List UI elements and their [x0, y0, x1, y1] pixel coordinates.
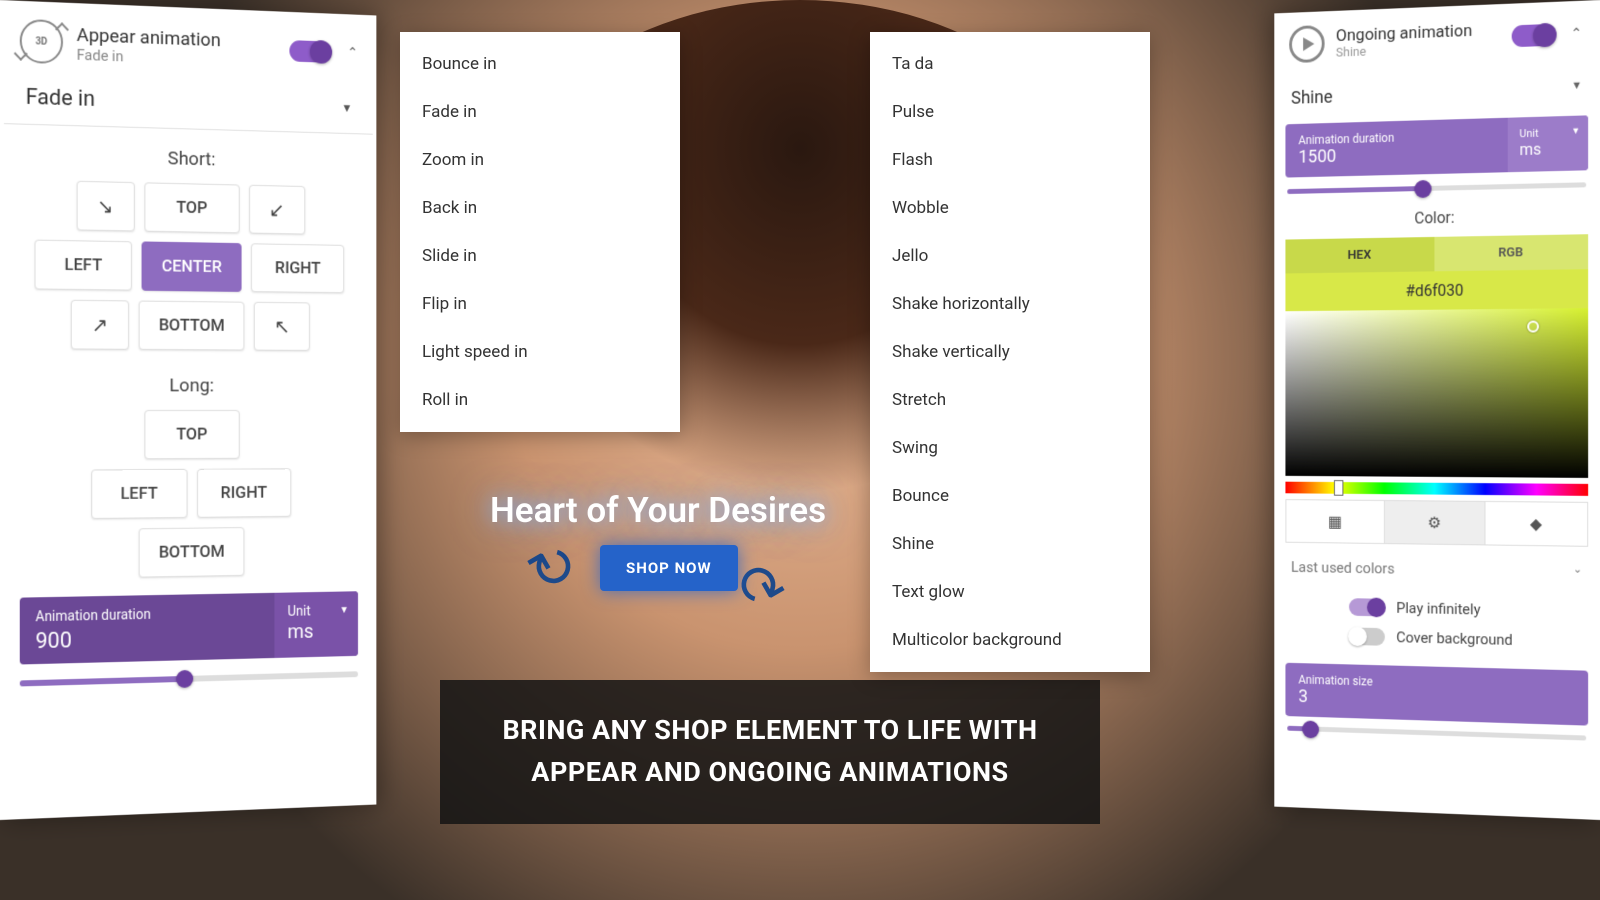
dropdown-item[interactable]: Jello [870, 232, 1150, 280]
ongoing-animation-panel: Ongoing animation Shine ⌃ Shine ▼ Animat… [1274, 0, 1600, 820]
saturation-picker[interactable] [1285, 308, 1588, 478]
dropdown-item[interactable]: Flash [870, 136, 1150, 184]
dropdown-item[interactable]: Wobble [870, 184, 1150, 232]
panel-header: Ongoing animation Shine ⌃ [1274, 0, 1600, 73]
hue-thumb[interactable] [1334, 480, 1343, 496]
long-label: Long: [20, 373, 358, 396]
ongoing-animation-dropdown: Ta daPulseFlashWobbleJelloShake horizont… [870, 32, 1150, 672]
duration-slider[interactable] [20, 671, 358, 686]
duration-slider[interactable] [1287, 182, 1586, 194]
dir-short-right[interactable]: RIGHT [251, 243, 344, 293]
dropdown-item[interactable]: Bounce in [400, 40, 680, 88]
slider-thumb[interactable] [176, 670, 193, 688]
dir-short-bottom[interactable]: BOTTOM [139, 301, 245, 351]
dir-short-center[interactable]: CENTER [141, 241, 241, 292]
appear-toggle[interactable] [290, 40, 331, 63]
hex-value[interactable]: #d6f030 [1285, 269, 1588, 311]
chevron-down-icon: ⌄ [1573, 563, 1582, 581]
panel-header: 3D Appear animation Fade in ⌃ [0, 0, 376, 87]
chevron-down-icon: ▼ [1571, 79, 1582, 100]
dir-short-tl[interactable]: ↘ [76, 181, 134, 232]
dropdown-item[interactable]: Stretch [870, 376, 1150, 424]
appear-animation-panel: 3D Appear animation Fade in ⌃ Fade in ▼ … [0, 0, 376, 820]
select-value: Fade in [26, 85, 95, 112]
collapse-icon[interactable]: ⌃ [344, 41, 362, 65]
dir-long-left[interactable]: LEFT [91, 469, 187, 519]
duration-value: 1500 [1298, 142, 1494, 168]
color-label: Color: [1274, 205, 1600, 230]
dir-long-top[interactable]: TOP [144, 410, 239, 459]
dropdown-item[interactable]: Zoom in [400, 136, 680, 184]
dir-long-right[interactable]: RIGHT [197, 468, 291, 518]
dropdown-item[interactable]: Slide in [400, 232, 680, 280]
color-cursor[interactable] [1527, 321, 1539, 333]
last-colors-label: Last used colors [1291, 558, 1395, 577]
ongoing-toggle[interactable] [1512, 24, 1555, 47]
unit-value: ms [1519, 139, 1576, 159]
dropdown-item[interactable]: Back in [400, 184, 680, 232]
dropdown-item[interactable]: Shake vertically [870, 328, 1150, 376]
dropdown-item[interactable]: Multicolor background [870, 616, 1150, 664]
unit-select[interactable]: Unit ms [1508, 115, 1588, 172]
dropdown-item[interactable]: Light speed in [400, 328, 680, 376]
ongoing-type-select[interactable]: Shine ▼ [1274, 62, 1600, 125]
dropdown-item[interactable]: Flip in [400, 280, 680, 328]
color-tools: ▦ ⚙ ◆ [1285, 499, 1588, 547]
dropdown-item[interactable]: Bounce [870, 472, 1150, 520]
cover-background-row: Cover background [1274, 620, 1600, 657]
sliders-icon[interactable]: ⚙ [1385, 501, 1486, 544]
dir-long-bottom[interactable]: BOTTOM [139, 527, 245, 578]
appear-animation-dropdown: Bounce inFade inZoom inBack inSlide inFl… [400, 32, 680, 432]
animation-size-input[interactable]: Animation size 3 [1285, 663, 1588, 726]
hue-slider[interactable] [1285, 482, 1588, 496]
dir-short-top[interactable]: TOP [144, 182, 239, 233]
collapse-icon[interactable]: ⌃ [1567, 22, 1586, 47]
play-infinitely-label: Play infinitely [1396, 599, 1480, 618]
last-colors-row[interactable]: Last used colors ⌄ [1274, 543, 1600, 597]
transparency-icon[interactable]: ▦ [1286, 500, 1385, 543]
rotate-3d-icon: 3D [20, 19, 63, 64]
dropdown-item[interactable]: Text glow [870, 568, 1150, 616]
dropdown-item[interactable]: Pulse [870, 88, 1150, 136]
tab-hex[interactable]: HEX [1285, 237, 1434, 274]
tab-rgb[interactable]: RGB [1434, 234, 1588, 271]
dir-short-bl[interactable]: ↗ [71, 300, 129, 350]
dir-short-tr[interactable]: ↙ [249, 185, 305, 235]
slider-thumb[interactable] [1302, 720, 1319, 738]
dropdown-item[interactable]: Ta da [870, 40, 1150, 88]
select-value: Shine [1291, 87, 1333, 109]
slider-thumb[interactable] [1414, 180, 1431, 198]
dropdown-item[interactable]: Roll in [400, 376, 680, 424]
duration-input[interactable]: Animation duration 1500 Unit ms [1285, 115, 1588, 177]
unit-select[interactable]: Unit ms [274, 591, 358, 658]
unit-label: Unit [288, 603, 346, 620]
size-slider[interactable] [1287, 726, 1586, 741]
hero-headline: Heart of Your Desires [490, 490, 826, 531]
dropdown-item[interactable]: Shake horizontally [870, 280, 1150, 328]
chevron-down-icon: ▼ [342, 100, 353, 114]
duration-value: 900 [36, 624, 260, 654]
dropdown-item[interactable]: Swing [870, 424, 1150, 472]
cover-background-label: Cover background [1396, 628, 1512, 648]
short-label: Short: [20, 143, 358, 174]
dropdown-item[interactable]: Shine [870, 520, 1150, 568]
swatch-icon[interactable]: ◆ [1485, 502, 1587, 546]
play-infinitely-toggle[interactable] [1349, 598, 1385, 616]
shop-now-button[interactable]: SHOP NOW [600, 545, 738, 591]
caption-banner: BRING ANY SHOP ELEMENT TO LIFE WITH APPE… [440, 680, 1100, 824]
duration-input[interactable]: Animation duration 900 Unit ms [20, 591, 358, 664]
dir-short-br[interactable]: ↖ [254, 302, 310, 351]
dir-short-left[interactable]: LEFT [34, 240, 131, 291]
caption-text: BRING ANY SHOP ELEMENT TO LIFE WITH APPE… [476, 710, 1064, 794]
color-format-tabs: HEX RGB [1285, 234, 1588, 273]
duration-label: Animation duration [36, 605, 260, 625]
play-icon [1289, 25, 1324, 63]
dropdown-item[interactable]: Fade in [400, 88, 680, 136]
cover-background-toggle[interactable] [1349, 627, 1385, 645]
unit-value: ms [288, 619, 346, 644]
